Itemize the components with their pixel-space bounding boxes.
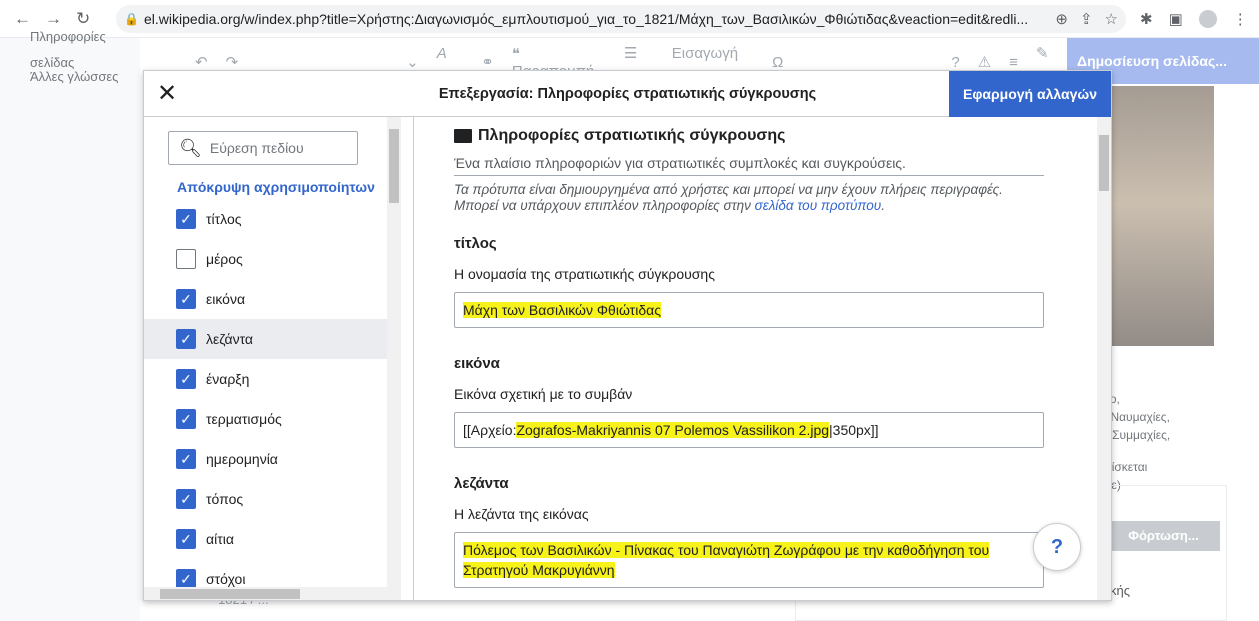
param-image: εικόνα Εικόνα σχετική με το συμβάν [[Αρχ… bbox=[454, 355, 1044, 448]
side-line: κής bbox=[1110, 583, 1130, 598]
left-navigation: Πληροφορίες σελίδας Άλλες γλώσσες bbox=[0, 29, 140, 621]
param-list-item[interactable]: ✓ λεζάντα bbox=[144, 319, 389, 359]
checkbox-checked-icon[interactable]: ✓ bbox=[176, 569, 196, 589]
param-item-label: στόχοι bbox=[206, 571, 246, 587]
template-name: Πληροφορίες στρατιωτικής σύγκρουσης bbox=[478, 127, 786, 144]
zoom-icon[interactable]: ⊕ bbox=[1055, 10, 1068, 28]
parameter-editor: Πληροφορίες στρατιωτικής σύγκρουσης Ένα … bbox=[414, 117, 1111, 600]
input-prefix: [[Αρχείο: bbox=[463, 422, 517, 438]
back-icon[interactable]: ← bbox=[14, 9, 31, 29]
sidepanel-icon[interactable]: ▣ bbox=[1169, 10, 1183, 28]
caption-input[interactable]: Πόλεμος των Βασιλικών - Πίνακας του Πανα… bbox=[454, 532, 1044, 588]
extensions-icon[interactable]: ✱ bbox=[1140, 10, 1153, 28]
parameter-sidebar: 🔍︎ Εύρεση πεδίου Απόκρυψη αχρησιμοποίητω… bbox=[144, 117, 414, 600]
hide-unused-link[interactable]: Απόκρυψη αχρησιμοποίητων bbox=[177, 179, 397, 195]
profile-avatar[interactable] bbox=[1198, 9, 1217, 28]
param-list-item[interactable]: ✓ τόπος bbox=[144, 479, 389, 519]
input-value: Zografos-Makriyannis 07 Polemos Vassilik… bbox=[516, 422, 830, 438]
checkbox-checked-icon[interactable]: ✓ bbox=[176, 289, 196, 309]
param-description: Η λεζάντα της εικόνας bbox=[454, 506, 589, 522]
close-icon[interactable]: ✕ bbox=[144, 79, 190, 108]
param-list-item[interactable]: ✓ ημερομηνία bbox=[144, 439, 389, 479]
param-title: τίτλος Η ονομασία της στρατιωτικής σύγκρ… bbox=[454, 235, 1044, 328]
param-item-label: αίτια bbox=[206, 531, 234, 547]
param-list-item[interactable]: ✓ τίτλος bbox=[144, 199, 389, 239]
field-search-input[interactable]: 🔍︎ Εύρεση πεδίου bbox=[168, 131, 358, 165]
page-options-icon[interactable]: ≡ bbox=[1009, 54, 1018, 71]
param-list-item[interactable]: ✓ αίτια bbox=[144, 519, 389, 559]
param-item-label: ημερομηνία bbox=[206, 451, 278, 467]
search-placeholder: Εύρεση πεδίου bbox=[209, 140, 304, 156]
checkbox-checked-icon[interactable]: ✓ bbox=[176, 489, 196, 509]
dialog-header: ✕ Επεξεργασία: Πληροφορίες στρατιωτικής … bbox=[144, 71, 1111, 117]
image-input[interactable]: [[Αρχείο:Zografos-Makriyannis 07 Polemos… bbox=[454, 412, 1044, 448]
template-title: Πληροφορίες στρατιωτικής σύγκρουσης bbox=[454, 123, 1044, 149]
checkbox-checked-icon[interactable]: ✓ bbox=[176, 449, 196, 469]
input-value: Πόλεμος των Βασιλικών - Πίνακας του Πανα… bbox=[463, 542, 990, 558]
template-description: Ένα πλαίσιο πληροφοριών για στρατιωτικές… bbox=[454, 149, 1044, 176]
sidebar-horizontal-scrollbar[interactable] bbox=[144, 587, 401, 600]
checkbox-checked-icon[interactable]: ✓ bbox=[176, 409, 196, 429]
share-icon[interactable]: ⇪ bbox=[1080, 10, 1093, 28]
upload-button[interactable]: Φόρτωση... bbox=[1107, 521, 1220, 551]
search-icon: 🔍︎ bbox=[179, 137, 202, 158]
param-item-label: εικόνα bbox=[206, 291, 246, 307]
param-name: τίτλος bbox=[454, 235, 497, 252]
param-description: Εικόνα σχετική με το συμβάν bbox=[454, 386, 633, 402]
help-button[interactable]: ? bbox=[1033, 523, 1081, 571]
puzzle-icon bbox=[454, 129, 472, 143]
format-dropdown-icon[interactable]: ⌄ bbox=[406, 53, 419, 71]
template-edit-dialog: ✕ Επεξεργασία: Πληροφορίες στρατιωτικής … bbox=[143, 70, 1112, 601]
help-menu-icon[interactable]: ? bbox=[951, 54, 959, 71]
menu-icon[interactable]: ⋮ bbox=[1233, 10, 1248, 28]
url-text: el.wikipedia.org/w/index.php?title=Χρήστ… bbox=[144, 10, 1029, 27]
param-item-label: μέρος bbox=[206, 251, 243, 267]
notices-icon[interactable]: ⚠ bbox=[978, 53, 991, 71]
param-item-label: έναρξη bbox=[206, 371, 250, 387]
special-char-icon[interactable]: Ω bbox=[772, 54, 783, 71]
param-list-item[interactable]: μέρος bbox=[144, 239, 389, 279]
param-list-item[interactable]: ✓ εικόνα bbox=[144, 279, 389, 319]
nav-page-info[interactable]: Πληροφορίες σελίδας bbox=[30, 24, 140, 70]
bookmark-star-icon[interactable]: ☆ bbox=[1105, 10, 1118, 28]
param-name: εικόνα bbox=[454, 355, 500, 372]
param-item-label: τίτλος bbox=[206, 211, 242, 227]
checkbox-empty-icon[interactable] bbox=[176, 249, 196, 269]
param-list-item[interactable]: ✓ τερματισμός bbox=[144, 399, 389, 439]
checkbox-checked-icon[interactable]: ✓ bbox=[176, 369, 196, 389]
editor-scrollbar[interactable] bbox=[1097, 117, 1111, 600]
checkbox-checked-icon[interactable]: ✓ bbox=[176, 329, 196, 349]
template-note: Τα πρότυπα είναι δημιουργημένα από χρήστ… bbox=[454, 182, 1044, 214]
browser-toolbar: ← → ↻ 🔒 el.wikipedia.org/w/index.php?tit… bbox=[0, 0, 1259, 38]
template-info: Πληροφορίες στρατιωτικής σύγκρουσης Ένα … bbox=[454, 123, 1044, 214]
link-icon[interactable]: ⚭ bbox=[481, 53, 494, 71]
param-name: λεζάντα bbox=[454, 475, 509, 492]
input-suffix: |350px]] bbox=[829, 422, 879, 438]
template-page-link[interactable]: σελίδα του προτύπου bbox=[755, 198, 882, 213]
parameter-list: ✓ τίτλος μέρος ✓ εικόνα ✓ λεζάντα ✓ έναρξη ✓ τερμα… bbox=[144, 199, 389, 599]
param-item-label: τερματισμός bbox=[206, 411, 282, 427]
param-caption: λεζάντα Η λεζάντα της εικόνας Πόλεμος τω… bbox=[454, 475, 1044, 588]
input-value: Μάχη των Βασιλικών Φθιώτιδας bbox=[463, 302, 661, 318]
sidebar-vertical-scrollbar[interactable] bbox=[387, 117, 401, 587]
redo-icon[interactable]: ↷ bbox=[226, 53, 239, 71]
nav-other-languages[interactable]: Άλλες γλώσσες bbox=[30, 64, 140, 90]
checkbox-checked-icon[interactable]: ✓ bbox=[176, 529, 196, 549]
param-item-label: τόπος bbox=[206, 491, 244, 507]
param-description: Η ονομασία της στρατιωτικής σύγκρουσης bbox=[454, 266, 715, 282]
checkbox-checked-icon[interactable]: ✓ bbox=[176, 209, 196, 229]
note-end: . bbox=[881, 198, 885, 213]
param-list-item[interactable]: ✓ έναρξη bbox=[144, 359, 389, 399]
undo-icon[interactable]: ↶ bbox=[195, 53, 208, 71]
input-value: Στρατηγού Μακρυγιάννη bbox=[463, 562, 615, 578]
note-text: Τα πρότυπα είναι δημιουργημένα από χρήστ… bbox=[454, 182, 1003, 213]
param-item-label: λεζάντα bbox=[206, 331, 253, 347]
apply-changes-button[interactable]: Εφαρμογή αλλαγών bbox=[949, 71, 1111, 117]
title-input[interactable]: Μάχη των Βασιλικών Φθιώτιδας bbox=[454, 292, 1044, 328]
address-bar[interactable]: 🔒 el.wikipedia.org/w/index.php?title=Χρή… bbox=[116, 4, 1126, 33]
